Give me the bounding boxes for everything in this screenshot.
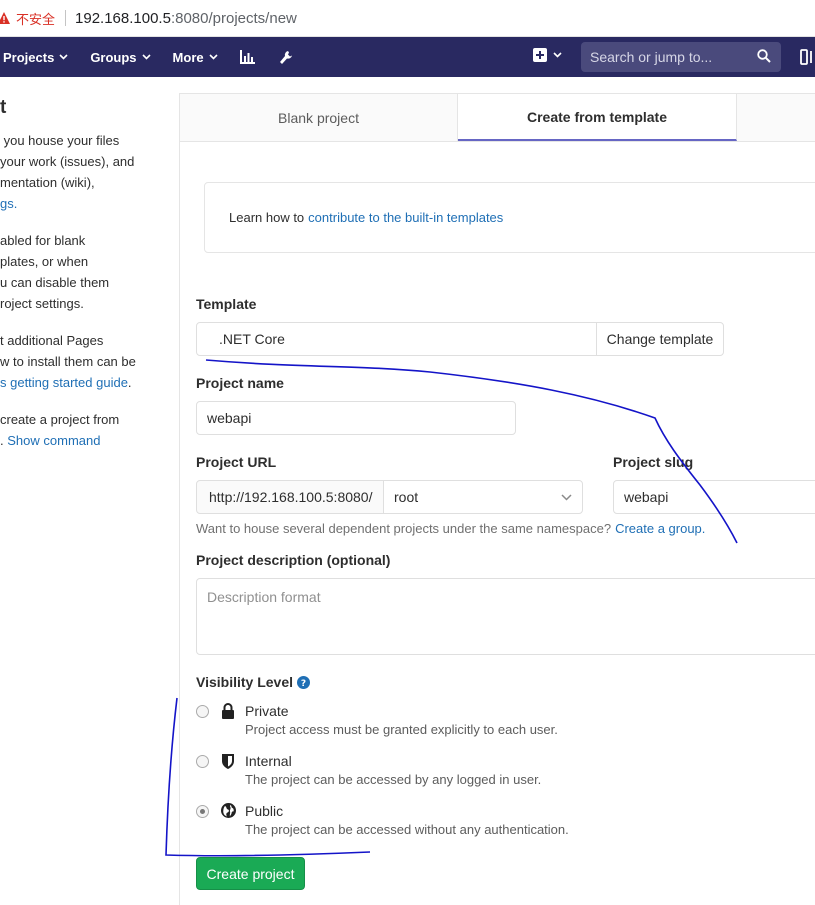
project-name-label: Project name [196,375,284,391]
template-info-box: Learn how to contribute to the built-in … [204,182,815,253]
project-name-input[interactable]: webapi [196,401,516,435]
template-value: .NET Core [219,331,285,347]
search-input[interactable]: Search or jump to... [581,42,781,72]
visibility-description: The project can be accessed without any … [245,822,569,837]
sidebar-line: create a project from [0,412,120,427]
admin-area-button[interactable] [279,50,293,65]
nav-groups[interactable]: Groups [90,49,151,65]
merge-request-icon [800,49,812,65]
chevron-down-icon [561,494,572,501]
sidebar-line: roject settings. [0,296,84,311]
shield-icon [222,754,234,769]
visibility-description: Project access must be granted explicitl… [245,722,558,737]
project-slug-value: webapi [624,489,669,505]
pages-guide-link[interactable]: s getting started guide [0,375,128,390]
project-slug-label: Project slug [613,454,694,470]
url-host: 192.168.100.5 [75,9,171,27]
description-placeholder: Description format [207,589,321,605]
globe-icon [221,803,236,818]
help-circle-icon[interactable]: ? [297,675,311,689]
sidebar-line: your work (issues), and [0,154,135,169]
lock-icon [222,703,234,719]
chevron-down-icon [209,54,218,60]
new-item-dropdown[interactable] [533,48,562,62]
bar-chart-icon [239,50,255,64]
sidebar-line: mentation (wiki), [0,175,95,190]
namespace-select[interactable]: root [383,480,583,514]
search-icon [757,49,771,63]
project-description-input[interactable]: Description format [196,578,815,655]
template-label: Template [196,296,257,312]
url-path: :8080/projects/new [170,9,297,27]
chevron-down-icon [59,54,68,60]
security-warning[interactable]: 不安全 [0,9,55,28]
chevron-down-icon [141,54,151,60]
tab-create-from-template[interactable]: Create from template [458,94,737,141]
sidebar-line: plates, or when [0,254,89,269]
svg-text:?: ? [301,679,306,689]
visibility-level-label: Visibility Level ? [196,674,311,690]
sidebar-link[interactable]: gs. [0,196,17,211]
warning-icon [0,12,10,24]
create-group-link[interactable]: Create a group. [615,521,705,536]
create-project-button[interactable]: Create project [196,857,305,890]
sidebar-line-end: . [127,375,132,390]
merge-requests-button[interactable] [800,49,815,68]
visibility-label-text: Visibility Level [196,674,294,690]
contribute-templates-link[interactable]: contribute to the built-in templates [308,210,503,225]
project-name-value: webapi [207,410,252,426]
visibility-title: Internal [245,753,292,769]
info-text: Learn how to [229,210,305,225]
sidebar-line: u can disable them [0,275,110,290]
template-field[interactable]: .NET Core [196,322,597,356]
public-radio[interactable] [196,805,209,818]
sidebar-line: you house your files [0,133,120,148]
show-command-link[interactable]: Show command [7,433,100,448]
visibility-title: Public [245,803,284,819]
page-title: t [0,97,7,118]
activity-chart-button[interactable] [239,50,255,64]
tab-blank-project[interactable]: Blank project [180,94,458,141]
nav-groups-label: Groups [90,49,137,65]
sidebar-line: abled for blank [0,233,86,248]
project-url-label: Project URL [196,454,277,470]
url-prefix: http://192.168.100.5:8080/ [196,480,384,514]
visibility-description: The project can be accessed by any logge… [245,772,542,787]
help-text: Want to house several dependent projects… [196,521,612,536]
sidebar-line-prefix: . [0,433,4,448]
nav-projects-label: Projects [3,49,55,65]
sidebar-line: t additional Pages [0,333,104,348]
project-description-label: Project description (optional) [196,552,391,568]
address-bar[interactable]: 不安全 192.168.100.5 :8080/projects/new [0,0,815,37]
nav-projects[interactable]: Projects [3,50,68,65]
internal-radio[interactable] [196,755,209,768]
search-placeholder: Search or jump to... [590,49,713,65]
top-navbar: Projects Groups More Search or jump to..… [0,37,815,77]
private-radio[interactable] [196,705,209,718]
panel-border [179,141,180,905]
chevron-down-icon [553,52,562,58]
nav-more[interactable]: More [173,50,218,65]
project-tabs: Blank project Create from template [179,93,815,142]
sidebar-line: w to install them can be [0,354,136,369]
visibility-title: Private [245,703,289,719]
wrench-icon [279,50,292,64]
address-separator [65,10,67,26]
change-template-button[interactable]: Change template [596,322,724,356]
nav-more-label: More [172,49,204,65]
project-slug-input[interactable]: webapi [613,480,815,514]
namespace-value: root [394,489,419,505]
namespace-help-text: Want to house several dependent projects… [196,521,705,536]
security-label: 不安全 [16,11,56,27]
plus-square-icon [533,48,547,62]
url-prefix-text: http://192.168.100.5:8080/ [209,489,373,505]
